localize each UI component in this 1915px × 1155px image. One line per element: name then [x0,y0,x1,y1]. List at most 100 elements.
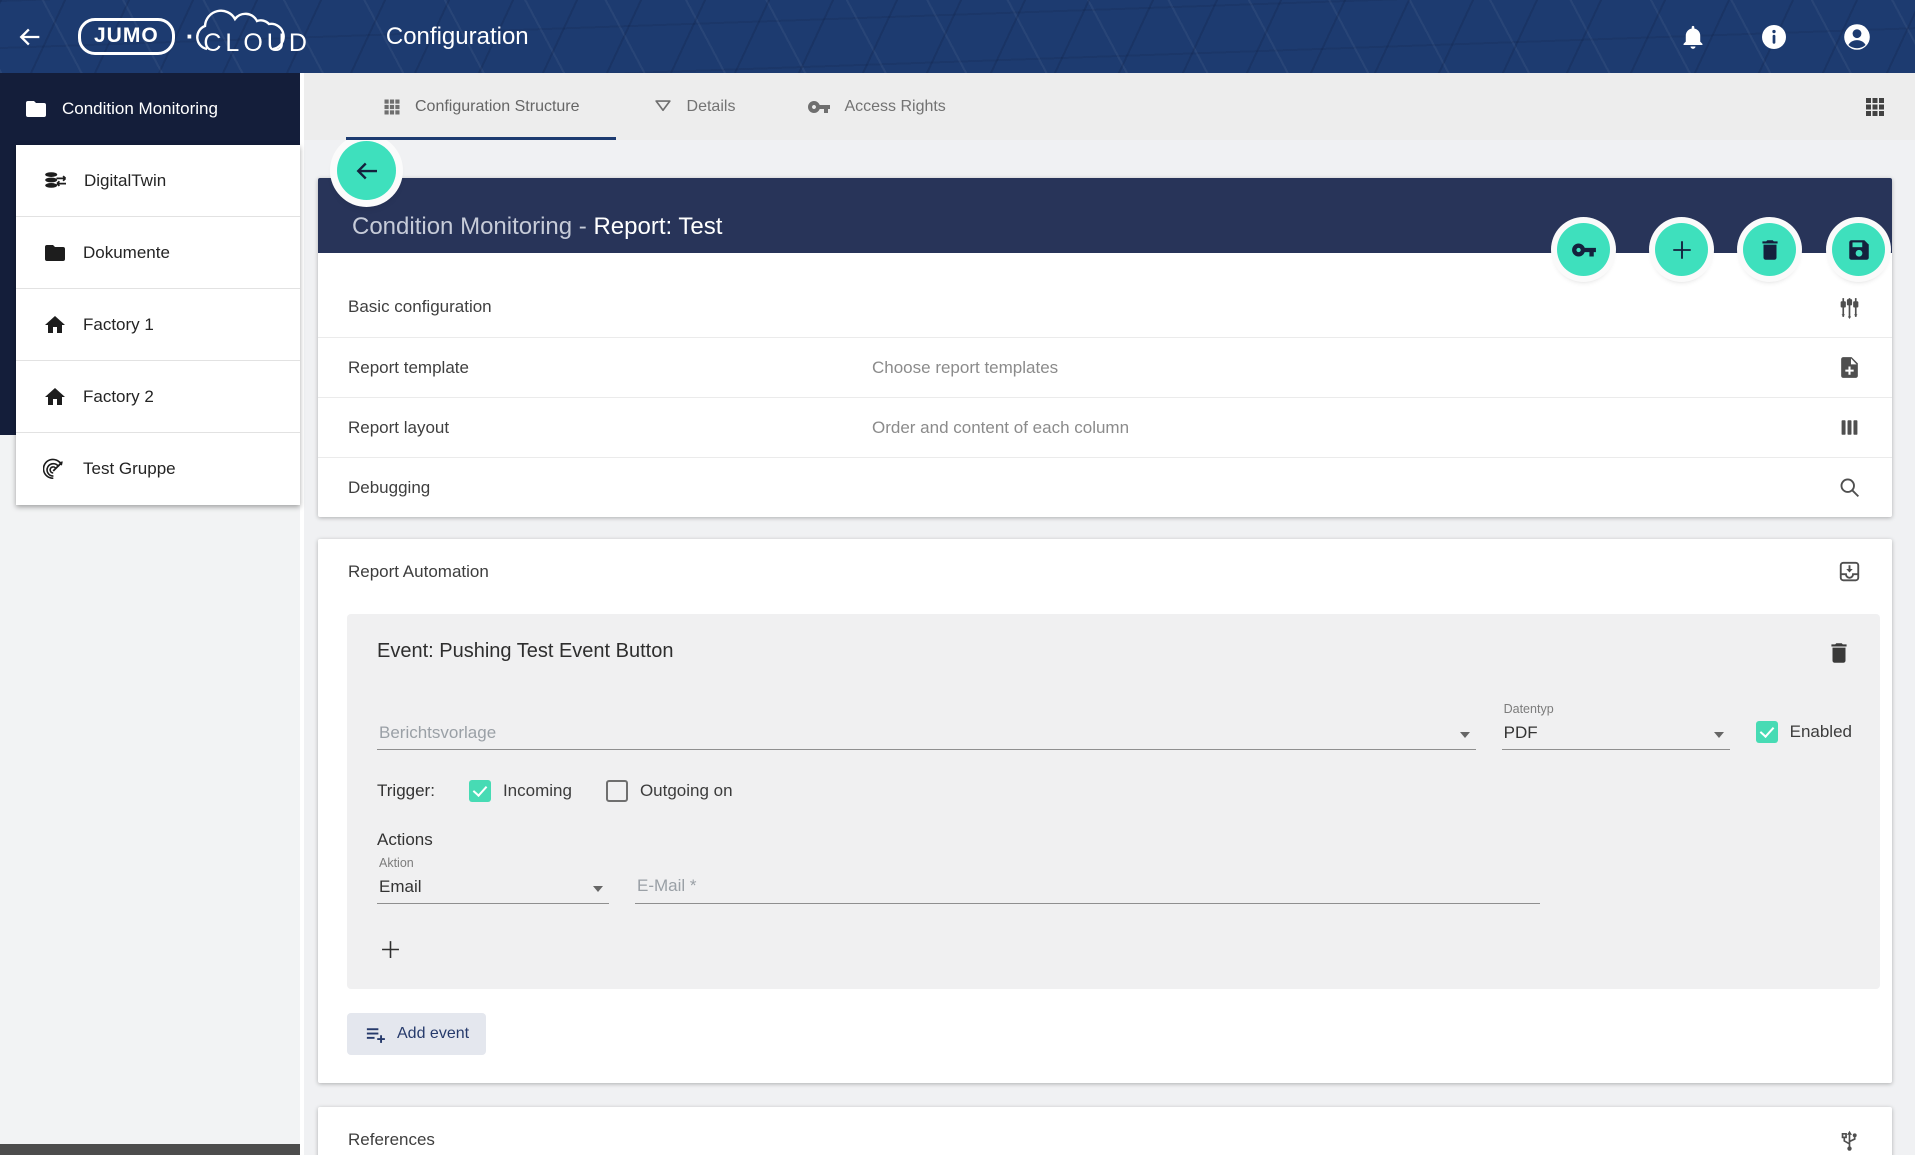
sidebar-item-label: Dokumente [83,243,170,263]
checkbox-label: Incoming [503,781,572,801]
incoming-checkbox[interactable] [469,780,491,802]
tab-bar: Configuration Structure Details Access R… [304,73,1915,140]
apps-grid-icon [1863,95,1887,119]
trigger-row: Trigger: Incoming Outgoing on [377,780,1852,802]
tab-access-rights[interactable]: Access Rights [771,73,981,140]
row-label: Report template [348,358,872,378]
columns-icon[interactable] [1837,415,1862,440]
sidebar-item-dokumente[interactable]: Dokumente [16,217,300,289]
playlist-add-icon [364,1023,387,1046]
add-event-button[interactable]: Add event [347,1013,486,1055]
add-event-label: Add event [397,1025,469,1043]
sidebar-item-label: DigitalTwin [84,171,166,191]
aktion-select[interactable]: Email [377,873,609,904]
select-placeholder: Berichtsvorlage [379,723,496,742]
row-references[interactable]: References [318,1107,1892,1155]
chevron-down-icon [593,886,603,892]
trigger-label: Trigger: [377,781,435,801]
apps-grid-button[interactable] [1863,95,1887,119]
tune-sliders-icon[interactable] [1837,295,1862,320]
configuration-card: Condition Monitoring - Report: Test [318,178,1892,517]
delete-fab[interactable] [1743,223,1796,276]
search-icon[interactable] [1837,475,1862,500]
header-actions [1679,21,1915,53]
detail-title-prefix: Condition Monitoring - [352,213,593,240]
enabled-checkbox[interactable] [1756,721,1778,743]
plus-icon [377,936,404,963]
incoming-checkbox-group[interactable]: Incoming [469,780,572,802]
info-button[interactable] [1759,22,1789,52]
section-title: Report Automation [348,562,489,582]
row-hint: Order and content of each column [872,418,1129,438]
notifications-button[interactable] [1679,23,1707,51]
sidebar-item-condition-monitoring[interactable]: Condition Monitoring [0,73,300,145]
info-icon [1759,22,1789,52]
sidebar-item-factory-2[interactable]: Factory 2 [16,361,300,433]
email-input[interactable] [635,872,1540,904]
tab-configuration-structure[interactable]: Configuration Structure [346,73,616,140]
page-title: Configuration [386,23,529,51]
header-back-button[interactable] [0,23,60,51]
move-to-inbox-icon[interactable] [1837,559,1862,584]
tab-label: Access Rights [844,98,945,116]
folder-icon [24,97,48,121]
sidebar-item-digitaltwin[interactable]: DigitalTwin [16,145,300,217]
sidebar-bottom-bar [0,1144,300,1155]
outgoing-checkbox[interactable] [606,780,628,802]
enabled-checkbox-group[interactable]: Enabled [1756,721,1852,750]
main-area: Configuration Structure Details Access R… [300,73,1915,1155]
row-report-template[interactable]: Report template Choose report templates [318,337,1892,397]
datentyp-select[interactable]: PDF [1502,719,1730,750]
back-arrow-icon [16,23,44,51]
outgoing-checkbox-group[interactable]: Outgoing on [606,780,733,802]
report-automation-card: Report Automation Event: Pushing Test Ev… [318,539,1892,1083]
actions-label: Actions [377,830,1852,850]
cloud-logo: CLOUD [203,15,311,58]
add-fab[interactable] [1655,223,1708,276]
checkbox-label: Enabled [1790,722,1852,742]
save-fab[interactable] [1832,223,1885,276]
chevron-down-icon [1714,732,1724,738]
tab-details[interactable]: Details [616,73,772,140]
trash-icon [1826,640,1852,666]
row-report-layout[interactable]: Report layout Order and content of each … [318,397,1892,457]
add-action-button[interactable] [377,936,404,963]
event-title: Event: Pushing Test Event Button [377,640,673,663]
report-template-select[interactable]: Berichtsvorlage [377,719,1476,750]
detail-title: Condition Monitoring - Report: Test [352,213,722,241]
row-debugging[interactable]: Debugging [318,457,1892,517]
tab-label: Configuration Structure [415,98,580,116]
checkbox-label: Outgoing on [640,781,733,801]
action-row: Aktion Email [377,856,1852,904]
sidebar-items-card: DigitalTwin Dokumente Factory 1 [16,145,300,505]
sidebar-item-test-gruppe[interactable]: Test Gruppe [16,433,300,505]
aktion-label: Aktion [377,856,609,870]
app-window: JUMO · CLOUD Configuration [0,0,1915,1155]
aktion-group: Aktion Email [377,856,609,904]
jumo-cloud-logo: JUMO · CLOUD [78,15,311,58]
jumo-logo-pill: JUMO [78,18,175,55]
filter-funnel-icon [652,96,674,118]
configuration-rows: Basic configuration Report template Choo… [318,253,1892,517]
save-icon [1846,237,1872,263]
access-rights-fab[interactable] [1557,223,1610,276]
delete-event-button[interactable] [1826,640,1852,666]
digital-twin-icon [43,169,68,193]
sidebar-item-factory-1[interactable]: Factory 1 [16,289,300,361]
sidebar-item-label: Factory 2 [83,387,154,407]
back-fab-button[interactable] [337,141,396,200]
folder-icon [43,241,67,265]
account-button[interactable] [1841,21,1873,53]
row-label: References [348,1130,872,1150]
report-automation-header: Report Automation [318,539,1892,584]
grid-icon [382,97,402,117]
usb-icon[interactable] [1837,1128,1862,1153]
home-icon [43,313,67,337]
row-basic-configuration[interactable]: Basic configuration [318,277,1892,337]
key-icon [807,95,831,119]
sidebar-item-label: Factory 1 [83,315,154,335]
key-icon [1571,237,1597,263]
file-add-icon[interactable] [1837,355,1862,380]
plus-icon [1668,236,1696,264]
select-value: Email [379,877,422,896]
